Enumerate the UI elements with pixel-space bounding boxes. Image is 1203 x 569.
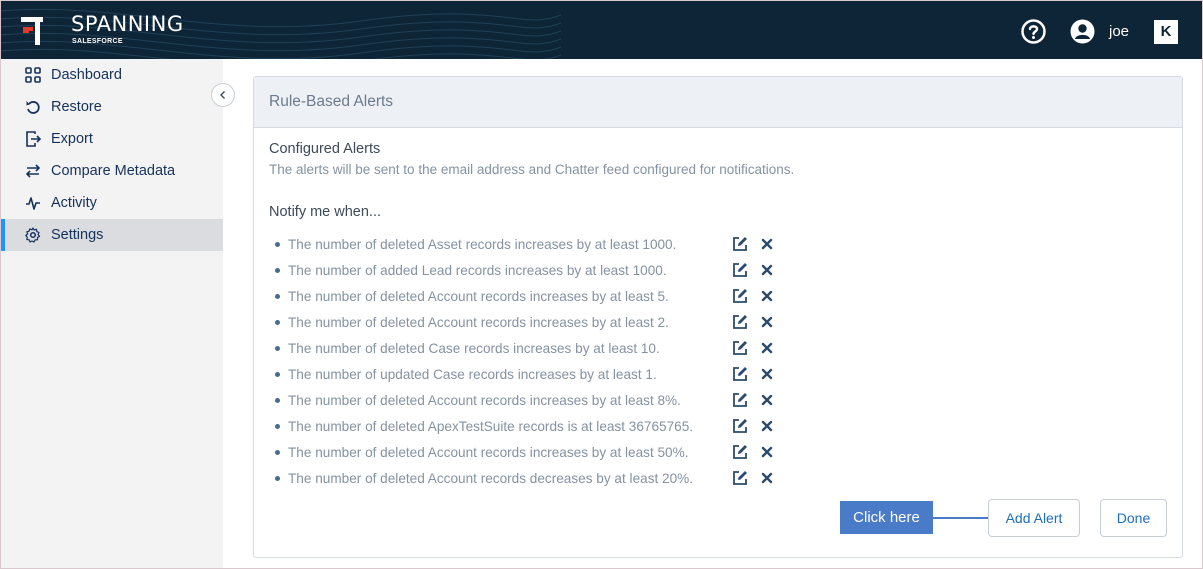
alert-text: The number of updated Case records incre… [288, 366, 657, 382]
delete-icon[interactable] [761, 394, 773, 406]
callout-connector [933, 517, 995, 519]
brand-name: SPANNING [71, 12, 184, 36]
edit-icon[interactable] [732, 314, 748, 330]
alert-item: The number of deleted Account records in… [275, 390, 681, 410]
bullet-icon [275, 423, 280, 429]
edit-icon[interactable] [732, 288, 748, 304]
edit-icon[interactable] [732, 340, 748, 356]
sidebar-item-dashboard[interactable]: Dashboard [1, 59, 223, 91]
sidebar-item-restore[interactable]: Restore [1, 91, 223, 123]
bullet-icon [275, 371, 280, 377]
sidebar-item-export[interactable]: Export [1, 123, 223, 155]
username-label[interactable]: joe [1109, 23, 1129, 40]
bullet-icon [275, 241, 280, 247]
user-circle-icon[interactable] [1070, 19, 1095, 44]
question-circle-icon[interactable] [1021, 19, 1046, 44]
edit-icon[interactable] [732, 262, 748, 278]
alert-item: The number of deleted Account records de… [275, 468, 693, 488]
sidebar: Dashboard Restore Export Compare Metadat… [1, 59, 223, 568]
click-here-callout: Click here [840, 501, 933, 534]
alert-item: The number of deleted ApexTestSuite reco… [275, 416, 693, 436]
pulse-icon [26, 197, 40, 210]
alert-text: The number of deleted Asset records incr… [288, 236, 677, 252]
alert-text: The number of deleted Account records in… [288, 314, 669, 330]
delete-icon[interactable] [761, 446, 773, 458]
bullet-icon [275, 345, 280, 351]
rule-based-alerts-card: Rule-Based Alerts Configured Alerts The … [253, 76, 1183, 558]
card-title: Rule-Based Alerts [254, 77, 1182, 128]
sidebar-item-compare-metadata[interactable]: Compare Metadata [1, 155, 223, 187]
sidebar-item-label: Restore [51, 99, 102, 115]
delete-icon[interactable] [761, 264, 773, 276]
alert-item: The number of added Lead records increas… [275, 260, 667, 280]
alert-item: The number of updated Case records incre… [275, 364, 657, 384]
configured-alerts-title: Configured Alerts [269, 141, 381, 157]
alert-item: The number of deleted Account records in… [275, 312, 669, 332]
delete-icon[interactable] [761, 238, 773, 250]
alert-text: The number of deleted Account records in… [288, 392, 681, 408]
bullet-icon [275, 475, 280, 481]
export-icon [26, 131, 41, 147]
alerts-description: The alerts will be sent to the email add… [269, 162, 795, 177]
alert-item: The number of deleted Asset records incr… [275, 234, 676, 254]
alert-item: The number of deleted Account records in… [275, 442, 688, 462]
alert-text: The number of deleted ApexTestSuite reco… [288, 418, 694, 434]
sidebar-item-settings[interactable]: Settings [1, 219, 223, 251]
edit-icon[interactable] [732, 470, 748, 486]
sidebar-item-label: Activity [51, 195, 97, 211]
bullet-icon [275, 397, 280, 403]
brand-subtitle: SALESFORCE [72, 38, 123, 45]
delete-icon[interactable] [761, 316, 773, 328]
alert-text: The number of deleted Case records incre… [288, 340, 660, 356]
sidebar-item-label: Export [51, 131, 93, 147]
bullet-icon [275, 449, 280, 455]
delete-icon[interactable] [761, 368, 773, 380]
delete-icon[interactable] [761, 472, 773, 484]
done-button[interactable]: Done [1100, 499, 1167, 537]
add-alert-button[interactable]: Add Alert [988, 499, 1080, 537]
edit-icon[interactable] [732, 236, 748, 252]
alert-text: The number of deleted Account records in… [288, 444, 689, 460]
edit-icon[interactable] [732, 392, 748, 408]
alert-item: The number of deleted Account records in… [275, 286, 669, 306]
bullet-icon [275, 319, 280, 325]
sidebar-item-label: Dashboard [51, 67, 122, 83]
bullet-icon [275, 267, 280, 273]
app-frame: SPANNING SALESFORCE joe K Dashboard Rest… [0, 0, 1203, 569]
sidebar-item-label: Settings [51, 227, 104, 243]
gear-icon [25, 227, 41, 243]
restore-icon [26, 101, 40, 114]
top-header: SPANNING SALESFORCE joe K [1, 1, 1202, 59]
bullet-icon [275, 293, 280, 299]
sidebar-collapse-button[interactable] [211, 83, 235, 107]
delete-icon[interactable] [761, 290, 773, 302]
chevron-left-icon [220, 91, 225, 99]
delete-icon[interactable] [761, 420, 773, 432]
edit-icon[interactable] [732, 444, 748, 460]
alert-text: The number of deleted Account records in… [288, 288, 669, 304]
swap-arrows-icon [25, 164, 41, 178]
alert-item: The number of deleted Case records incre… [275, 338, 660, 358]
spanning-logo-icon [21, 17, 43, 45]
alert-text: The number of deleted Account records de… [288, 470, 694, 486]
alert-text: The number of added Lead records increas… [288, 262, 667, 278]
notify-heading: Notify me when... [269, 204, 382, 220]
edit-icon[interactable] [732, 418, 748, 434]
delete-icon[interactable] [761, 342, 773, 354]
k-badge-icon[interactable]: K [1154, 20, 1178, 44]
grid-icon [25, 67, 41, 83]
edit-icon[interactable] [732, 366, 748, 382]
sidebar-item-activity[interactable]: Activity [1, 187, 223, 219]
sidebar-item-label: Compare Metadata [51, 163, 176, 179]
